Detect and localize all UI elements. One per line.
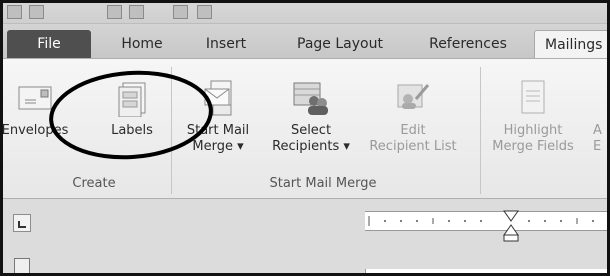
word-window: File Home Insert Page Layout References … — [0, 0, 610, 276]
annotation-circle — [49, 70, 213, 160]
